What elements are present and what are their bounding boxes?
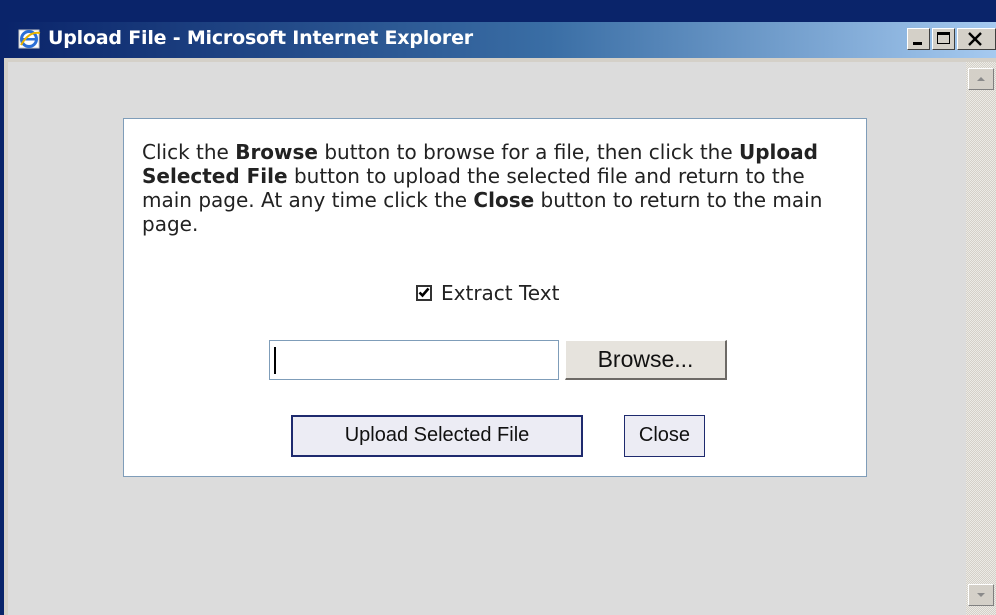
instructions-close-bold: Close [473, 188, 535, 212]
title-bar[interactable]: Upload File - Microsoft Internet Explore… [4, 22, 996, 58]
upload-selected-file-button[interactable]: Upload Selected File [291, 415, 583, 457]
instructions-part: button to browse for a file, then click … [318, 140, 739, 164]
scroll-up-button[interactable] [968, 68, 994, 90]
ie-window: Upload File - Microsoft Internet Explore… [0, 0, 996, 615]
maximize-icon [937, 32, 950, 44]
extract-text-label: Extract Text [441, 281, 560, 305]
text-caret [274, 347, 276, 374]
close-window-button[interactable] [957, 28, 996, 50]
arrow-down-icon [977, 593, 985, 597]
vertical-scrollbar[interactable] [966, 62, 996, 615]
extract-text-checkbox[interactable] [416, 285, 432, 301]
browse-button[interactable]: Browse... [565, 340, 727, 380]
upload-panel: Click the Browse button to browse for a … [123, 118, 867, 477]
maximize-button[interactable] [932, 28, 955, 50]
file-path-input[interactable] [269, 340, 559, 380]
arrow-up-icon [977, 77, 985, 81]
instructions-browse-bold: Browse [235, 140, 318, 164]
instructions-text: Click the Browse button to browse for a … [142, 140, 842, 236]
minimize-button[interactable] [907, 28, 930, 50]
minimize-icon [913, 42, 922, 45]
checkmark-icon [418, 287, 430, 298]
ie-icon [18, 28, 42, 50]
window-client-area: Click the Browse button to browse for a … [4, 58, 996, 615]
close-button[interactable]: Close [624, 415, 705, 457]
instructions-part: Click the [142, 140, 236, 164]
extract-text-option[interactable]: Extract Text [416, 281, 559, 305]
scroll-down-button[interactable] [968, 584, 994, 606]
page-content: Click the Browse button to browse for a … [8, 62, 966, 615]
window-title: Upload File - Microsoft Internet Explore… [48, 27, 473, 49]
close-icon [968, 32, 982, 46]
